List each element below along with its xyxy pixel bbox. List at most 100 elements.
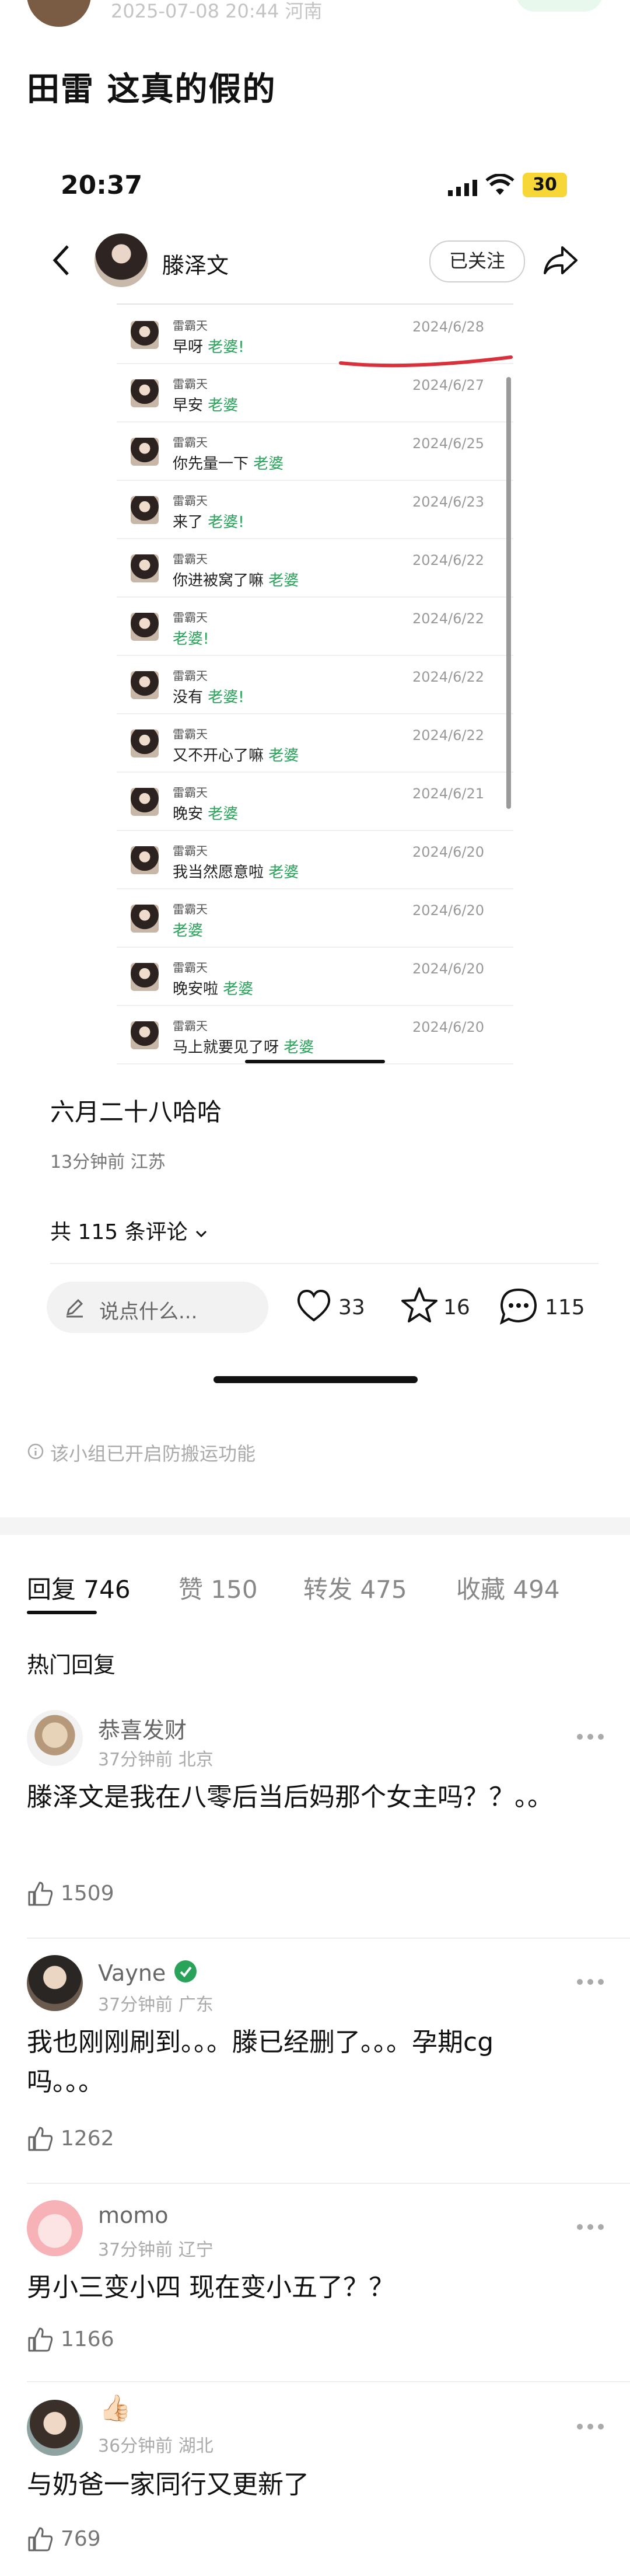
profile-avatar[interactable] <box>94 233 148 287</box>
chat-message-text: 你进被窝了嘛 <box>173 572 264 589</box>
chat-sender: 雷霸天 <box>173 669 208 683</box>
chat-date: 2024/6/23 <box>412 494 484 510</box>
post-meta: 2025-07-08 20:44 河南 <box>111 0 323 22</box>
divider <box>27 1938 630 1939</box>
comments-total[interactable]: 共 115 条评论 <box>50 1215 208 1245</box>
chat-row[interactable]: 雷霸天 老婆! 2024/6/22 <box>117 596 513 656</box>
thumbs-up-icon[interactable] <box>27 2526 54 2553</box>
chat-message: 马上就要见了呀 老婆 <box>173 1035 314 1057</box>
commenter-avatar[interactable] <box>27 1955 83 2011</box>
chat-message-text: 没有 <box>173 689 204 706</box>
share-icon[interactable] <box>542 244 579 277</box>
chat-scrollbar[interactable] <box>506 377 511 809</box>
chat-row[interactable]: 雷霸天 来了 老婆! 2024/6/23 <box>117 480 513 539</box>
comment-meta: 37分钟前 辽宁 <box>98 2240 214 2260</box>
chat-avatar <box>131 846 159 874</box>
chat-message-text: 晚安 <box>173 805 204 823</box>
chat-message: 晚安 老婆 <box>173 802 238 823</box>
info-icon <box>27 1443 44 1460</box>
tab-favorites[interactable]: 收藏 494 <box>456 1570 560 1605</box>
chat-row[interactable]: 雷霸天 你先量一下 老婆 2024/6/25 <box>117 421 513 481</box>
chat-message-highlight: 老婆! <box>208 514 244 531</box>
divider <box>50 1263 598 1264</box>
thumbs-up-icon[interactable] <box>27 2326 54 2353</box>
poster-avatar[interactable] <box>27 0 91 27</box>
more-icon[interactable] <box>575 2222 606 2232</box>
chat-message-highlight: 老婆 <box>208 805 239 823</box>
chat-date: 2024/6/22 <box>412 552 484 568</box>
profile-name[interactable]: 滕泽文 <box>162 247 229 280</box>
thumbs-up-icon[interactable] <box>27 1880 54 1907</box>
chat-message: 老婆! <box>173 627 209 648</box>
chat-avatar <box>131 321 159 349</box>
chat-message-highlight: 老婆! <box>208 689 244 706</box>
chat-sender: 雷霸天 <box>173 727 208 741</box>
comment-like-count: 769 <box>61 2527 101 2551</box>
comment-meta: 37分钟前 北京 <box>98 1750 214 1770</box>
chat-row[interactable]: 雷霸天 马上就要见了呀 老婆 2024/6/20 <box>117 1005 513 1064</box>
chat-message-highlight: 老婆 <box>173 922 204 940</box>
pen-icon <box>66 1299 83 1318</box>
thumbs-up-emoji-icon: 👍🏻 <box>99 2393 131 2423</box>
commenter-name[interactable]: Vayne <box>98 1959 198 1986</box>
active-tab-indicator <box>27 1611 97 1614</box>
chat-row[interactable]: 雷霸天 又不开心了嘛 老婆 2024/6/22 <box>117 713 513 773</box>
chat-date: 2024/6/27 <box>412 377 484 393</box>
more-icon[interactable] <box>575 1732 606 1741</box>
chat-avatar <box>131 1021 159 1049</box>
chat-message-highlight: 老婆 <box>284 1039 314 1056</box>
chat-message-text: 来了 <box>173 514 204 531</box>
comment-meta: 37分钟前 广东 <box>98 1995 214 2015</box>
chat-row[interactable]: 雷霸天 早安 老婆 2024/6/27 <box>117 363 513 423</box>
heart-icon[interactable] <box>295 1289 332 1324</box>
chat-sender: 雷霸天 <box>173 844 208 858</box>
chat-message: 晚安啦 老婆 <box>173 977 253 999</box>
chat-message-text: 早安 <box>173 397 204 414</box>
chat-message-text: 晚安啦 <box>173 980 219 998</box>
chat-row[interactable]: 雷霸天 没有 老婆! 2024/6/22 <box>117 655 513 714</box>
commenter-avatar[interactable] <box>27 2200 83 2256</box>
chat-row[interactable]: 雷霸天 我当然愿意啦 老婆 2024/6/20 <box>117 830 513 889</box>
follow-button[interactable] <box>516 0 603 12</box>
commenter-avatar[interactable] <box>27 2400 83 2456</box>
star-icon[interactable] <box>400 1286 439 1325</box>
chat-message-highlight: 老婆! <box>173 630 209 648</box>
comment-like-count: 1166 <box>61 2327 114 2351</box>
chat-row[interactable]: 雷霸天 老婆 2024/6/20 <box>117 888 513 948</box>
commenter-avatar[interactable] <box>27 1710 83 1766</box>
commenter-name[interactable]: momo <box>98 2202 169 2228</box>
chat-message-highlight: 老婆 <box>268 747 299 765</box>
chat-message-highlight: 老婆! <box>208 338 244 356</box>
chat-avatar <box>131 671 159 699</box>
tab-count: 494 <box>513 1575 560 1604</box>
chat-message-text: 我当然愿意啦 <box>173 864 264 881</box>
more-icon[interactable] <box>575 1977 606 1987</box>
chat-row[interactable]: 雷霸天 晚安 老婆 2024/6/21 <box>117 772 513 831</box>
status-time: 20:37 <box>61 170 143 200</box>
comment-text: 男小三变小四 现在变小五了？？ <box>27 2273 394 2302</box>
chat-row[interactable]: 雷霸天 你进被窝了嘛 老婆 2024/6/22 <box>117 538 513 598</box>
chat-message-highlight: 老婆 <box>223 980 254 998</box>
chevron-down-icon <box>196 1230 207 1238</box>
chat-sender: 雷霸天 <box>173 610 208 624</box>
chat-message: 来了 老婆! <box>173 510 244 532</box>
chat-row[interactable]: 雷霸天 晚安啦 老婆 2024/6/20 <box>117 947 513 1006</box>
chat-avatar <box>131 788 159 816</box>
thumbs-up-icon[interactable] <box>27 2125 54 2152</box>
comment-meta: 36分钟前 湖北 <box>98 2436 214 2456</box>
comment-bubble-icon[interactable] <box>499 1287 538 1325</box>
chat-date: 2024/6/20 <box>412 902 484 919</box>
section-gap <box>0 1517 630 1535</box>
verified-badge-icon <box>174 1960 197 1982</box>
chat-date: 2024/6/22 <box>412 727 484 744</box>
commenter-name[interactable]: 恭喜发财 <box>98 1712 187 1744</box>
followed-button[interactable]: 已关注 <box>429 240 525 282</box>
tab-reposts[interactable]: 转发 475 <box>303 1570 407 1605</box>
tab-replies[interactable]: 回复 746 <box>27 1570 131 1605</box>
tab-likes[interactable]: 赞 150 <box>178 1570 258 1605</box>
back-chevron-icon[interactable] <box>50 244 71 277</box>
post-caption: 六月二十八哈哈 <box>50 1098 222 1126</box>
chat-message: 我当然愿意啦 老婆 <box>173 860 299 882</box>
more-icon[interactable] <box>575 2422 606 2431</box>
chat-avatar <box>131 554 159 582</box>
